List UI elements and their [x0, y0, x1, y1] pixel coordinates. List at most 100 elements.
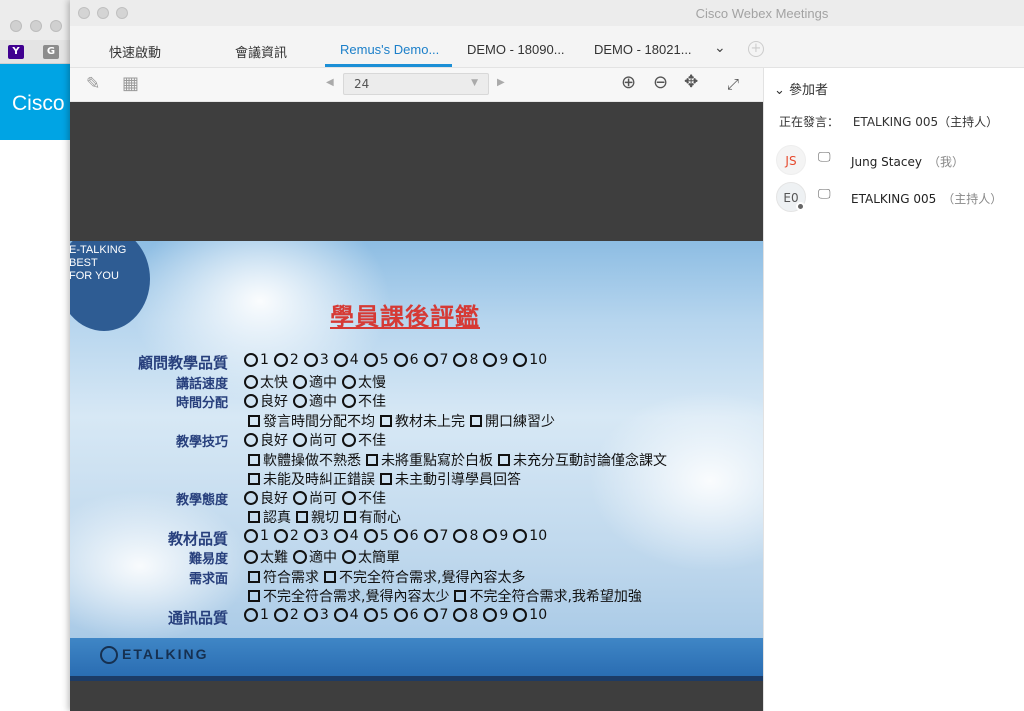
- zoom-out-icon[interactable]: ⊖: [653, 72, 668, 93]
- presenter-ball-icon: [796, 202, 805, 211]
- checkbox-square-icon: [248, 415, 260, 427]
- radio-circle-icon: [483, 353, 498, 367]
- form-row-options: 未能及時糾正錯誤 未主動引導學員回答: [248, 469, 526, 489]
- tab-demo-18090[interactable]: DEMO - 18090...: [467, 42, 565, 57]
- checkbox-square-icon: [248, 590, 260, 602]
- slide-title: 學員課後評鑑: [330, 303, 480, 331]
- radio-circle-icon: [393, 353, 408, 367]
- radio-option: 8: [453, 607, 478, 623]
- option-label: 7: [439, 607, 449, 623]
- form-row-options: 1 2 3 4 5 6 7 8 9 10: [244, 607, 552, 623]
- form-row: 教學技巧 良好 尚可 不佳: [70, 430, 763, 450]
- checkbox-option: 有耐心: [344, 507, 401, 527]
- radio-option: 良好: [244, 391, 288, 411]
- checkbox-option: 親切: [296, 507, 339, 527]
- google-favicon-icon[interactable]: G: [43, 45, 59, 59]
- tab-remus-demo[interactable]: Remus's Demo...: [340, 42, 439, 57]
- participant-name-wrap: Jung Stacey （我）: [851, 153, 964, 170]
- checkbox-square-icon: [454, 590, 467, 602]
- tab-quick-start[interactable]: 快速啟動: [109, 42, 161, 61]
- participant-row[interactable]: E0 🖵 ETALKING 005 （主持人）: [776, 182, 1016, 212]
- form-row: 教材品質 1 2 3 4 5 6 7 8 9 10: [70, 528, 763, 548]
- zoom-dot-icon[interactable]: [50, 20, 62, 32]
- slide-footer-stripe: [70, 676, 763, 681]
- previous-page-icon[interactable]: ◀: [326, 77, 334, 88]
- form-row-label: 教學態度: [175, 493, 228, 508]
- tab-meeting-info[interactable]: 會議資訊: [235, 42, 287, 61]
- annotate-pencil-icon[interactable]: ✎: [86, 74, 100, 94]
- pan-move-icon[interactable]: ✥: [684, 72, 698, 92]
- form-row-label: 顧問教學品質: [137, 354, 228, 372]
- form-row: 發言時間分配不均 教材未上完 開口練習少: [70, 411, 763, 431]
- radio-option: 8: [453, 352, 478, 368]
- option-label: 3: [319, 528, 329, 544]
- form-row: 未能及時糾正錯誤 未主動引導學員回答: [70, 469, 763, 489]
- option-label: 2: [289, 528, 299, 544]
- option-label: 不佳: [358, 394, 386, 410]
- checkbox-square-icon: [344, 511, 356, 523]
- radio-circle-icon: [244, 394, 258, 408]
- titlebar: Cisco Webex Meetings: [70, 0, 1024, 26]
- footer-logo-text: ETALKING: [122, 646, 209, 662]
- radio-option: 適中: [293, 391, 337, 411]
- form-row-label: 難易度: [188, 552, 228, 567]
- radio-option: 尚可: [293, 430, 337, 450]
- option-label: 未將重點寫於白板: [381, 453, 493, 469]
- option-label: 不佳: [358, 433, 386, 449]
- option-label: 4: [349, 528, 359, 544]
- radio-circle-icon: [244, 433, 258, 447]
- yahoo-favicon-icon[interactable]: Y: [8, 45, 24, 59]
- form-row-options: 發言時間分配不均 教材未上完 開口練習少: [248, 411, 560, 431]
- radio-circle-icon: [513, 608, 528, 622]
- option-label: 4: [349, 352, 359, 368]
- tab-bar: 快速啟動 會議資訊 Remus's Demo... DEMO - 18090..…: [70, 26, 1024, 68]
- minimize-dot-icon[interactable]: [30, 20, 42, 32]
- participant-tag: （我）: [927, 155, 964, 169]
- circle-line: BEST: [70, 257, 98, 269]
- option-label: 6: [409, 528, 419, 544]
- page-number-select[interactable]: 24 ▼: [343, 73, 489, 95]
- participant-row[interactable]: JS 🖵 Jung Stacey （我）: [776, 145, 1016, 175]
- close-dot-icon[interactable]: [10, 20, 22, 32]
- radio-circle-icon: [342, 491, 356, 505]
- speaking-name: ETALKING 005（主持人）: [852, 115, 999, 129]
- radio-circle-icon: [273, 353, 288, 367]
- tab-overflow-chevron-icon[interactable]: ⌄: [714, 40, 726, 56]
- next-page-icon[interactable]: ▶: [497, 77, 505, 88]
- checkbox-square-icon: [248, 454, 260, 466]
- add-tab-icon[interactable]: +: [748, 41, 764, 57]
- participant-tag: （主持人）: [942, 192, 1003, 206]
- option-label: 9: [499, 607, 509, 623]
- radio-circle-icon: [244, 491, 258, 505]
- fullscreen-expand-icon[interactable]: ⤢: [727, 75, 739, 93]
- zoom-in-icon[interactable]: ⊕: [621, 72, 636, 93]
- radio-circle-icon: [453, 353, 468, 367]
- participants-header[interactable]: ⌄ 參加者: [774, 79, 828, 98]
- radio-circle-icon: [342, 375, 356, 389]
- radio-option: 6: [393, 352, 419, 368]
- page-dropdown-icon: ▼: [471, 78, 478, 88]
- radio-circle-icon: [513, 353, 528, 367]
- tab-demo-18021[interactable]: DEMO - 18021...: [594, 42, 692, 57]
- radio-circle-icon: [423, 353, 438, 367]
- thumbnails-grid-icon[interactable]: ▦: [122, 73, 139, 94]
- form-row: 需求面 符合需求 不完全符合需求,覺得內容太多: [70, 567, 763, 587]
- radio-circle-icon: [303, 608, 318, 622]
- form-row-label: 時間分配: [175, 396, 228, 411]
- checkbox-option: 不完全符合需求,我希望加強: [454, 586, 642, 606]
- checkbox-option: 未主動引導學員回答: [380, 469, 521, 489]
- form-row-label: 教學技巧: [175, 435, 228, 450]
- form-row-options: 良好 適中 不佳: [244, 391, 391, 411]
- checkbox-option: 不完全符合需求,覺得內容太少: [248, 586, 449, 606]
- option-label: 良好: [260, 433, 288, 449]
- form-row-options: 認真 親切 有耐心: [248, 507, 406, 527]
- circle-logo-text: E-TALKING BEST FOR YOU: [70, 244, 139, 283]
- option-label: 太慢: [358, 375, 386, 391]
- form-row-label: 通訊品質: [167, 609, 228, 627]
- radio-option: 不佳: [342, 488, 386, 508]
- option-label: 未能及時糾正錯誤: [263, 472, 375, 488]
- circle-line: FOR YOU: [70, 270, 119, 282]
- option-label: 教材未上完: [395, 414, 465, 430]
- radio-option: 太慢: [342, 372, 386, 392]
- option-label: 5: [379, 607, 389, 623]
